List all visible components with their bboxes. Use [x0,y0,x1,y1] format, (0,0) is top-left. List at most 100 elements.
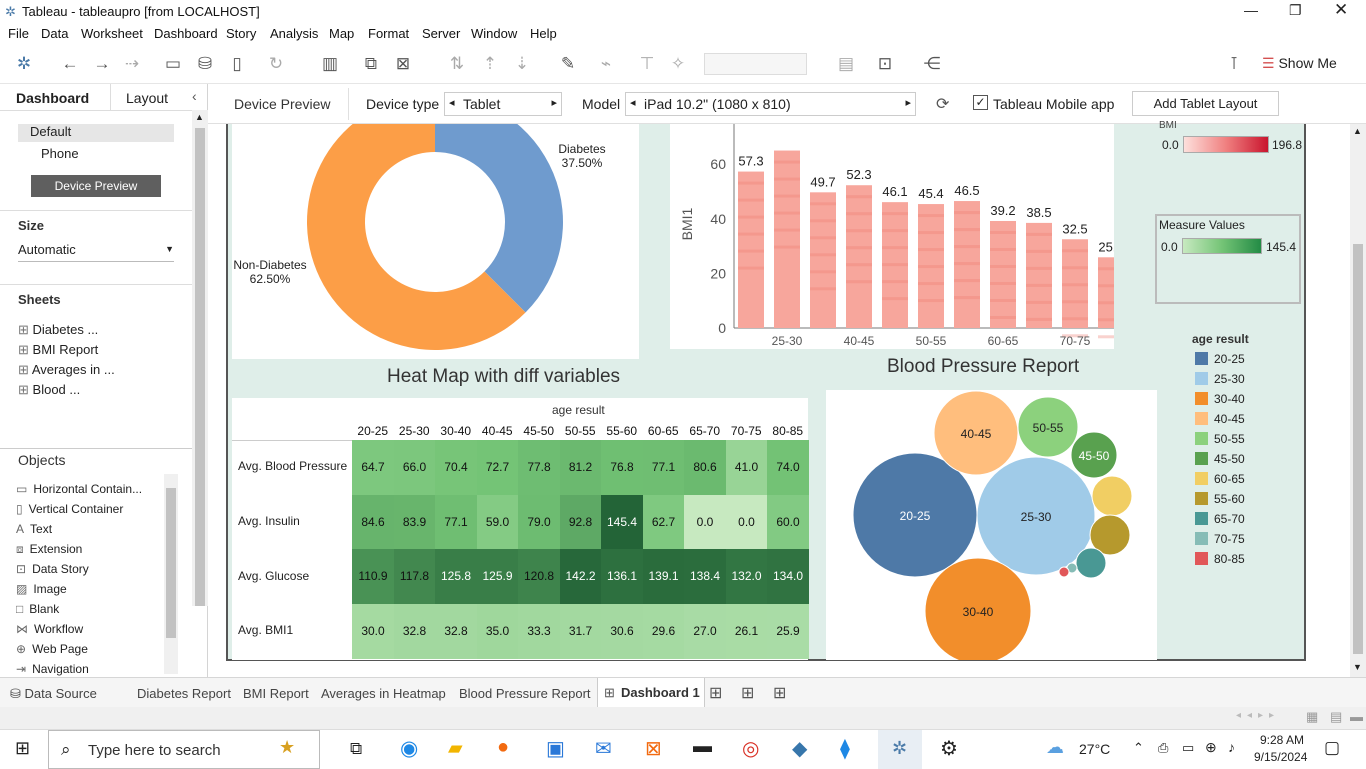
new-worksheet-icon[interactable]: ⊞ [709,683,722,703]
bmi-bar[interactable] [990,220,1016,328]
refresh-icon[interactable]: ↻ [266,54,286,74]
heatmap-cell[interactable]: 0.0 [725,494,768,550]
heatmap-cell[interactable]: 62.7 [642,494,685,550]
object-item[interactable]: ⊕ Web Page [16,642,88,656]
canvas-scrollbar[interactable]: ▲ ▼ [1350,124,1366,677]
heatmap-cell[interactable]: 77.8 [518,440,560,496]
vscode-icon[interactable]: ⧫ [840,736,850,761]
file-explorer-icon[interactable]: ▰ [448,737,463,760]
close-icon[interactable]: ✕ [1334,0,1348,20]
heatmap-cell[interactable]: 29.6 [642,604,685,660]
object-item[interactable]: ▨ Image [16,582,67,596]
heatmap-cell[interactable]: 41.0 [725,440,768,496]
menu-file[interactable]: File [8,26,29,41]
bubble[interactable] [1075,547,1107,579]
heatmap-cell[interactable]: 138.4 [684,549,726,605]
heatmap-cell[interactable]: 35.0 [476,604,519,660]
tabs-view-icon[interactable]: ▬ [1350,709,1363,724]
bubble[interactable] [1091,475,1133,517]
heatmap-cell[interactable]: 60.0 [767,494,809,550]
menu-worksheet[interactable]: Worksheet [81,26,143,41]
prev-icon[interactable]: ◂ [630,96,636,109]
bubble[interactable] [1058,566,1070,578]
bubble-chart[interactable]: 20-25 25-30 30-40 40-45 50-55 45-50 [826,390,1157,665]
heatmap-cell[interactable]: 0.0 [684,494,726,550]
volume-icon[interactable]: ♪ [1228,739,1235,755]
heatmap-cell[interactable]: 33.3 [518,604,560,660]
age-legend-item[interactable]: 60-65 [1195,472,1245,486]
heatmap-cell[interactable]: 27.0 [684,604,726,660]
heatmap-cell[interactable]: 77.1 [642,440,685,496]
bmi-bar[interactable] [1026,222,1052,328]
prev-icon[interactable]: ◂ [449,96,455,109]
bmi-bar[interactable] [810,192,836,328]
show-cards-icon[interactable]: ▤ [836,54,856,74]
heatmap-cell[interactable]: 74.0 [767,440,809,496]
new-worksheet-icon[interactable]: ▥ [320,54,340,74]
heatmap-cell[interactable]: 66.0 [393,440,436,496]
age-legend-item[interactable]: 20-25 [1195,352,1245,366]
size-dropdown[interactable]: Automatic ▼ [18,242,174,262]
menu-story[interactable]: Story [226,26,256,41]
bmi-bar-chart[interactable]: BMI1 60 40 20 0 57.3 49.7 52.3 46.1 45.4 46.5 39.2 3… [670,124,1124,356]
heatmap-cell[interactable]: 72.7 [476,440,519,496]
format-painter-icon[interactable]: ⊺ [1224,54,1244,74]
object-item[interactable]: A Text [16,522,52,536]
menu-dashboard[interactable]: Dashboard [154,26,218,41]
tab-bmi-report[interactable]: BMI Report [243,686,309,701]
python-icon[interactable]: ◆ [792,736,807,761]
device-default[interactable]: Default [18,124,174,142]
weather-icon[interactable]: ☁ [1046,737,1064,758]
swap-icon[interactable]: ⇅ [447,54,467,74]
edge-icon[interactable]: ◉ [400,736,418,761]
heatmap-cell[interactable]: 120.8 [518,549,560,605]
meet-icon[interactable]: ⎙ [1158,740,1168,756]
scroll-up-icon[interactable]: ▲ [1353,126,1362,136]
redo-icon[interactable]: → [92,54,112,74]
scroll-thumb[interactable] [1353,244,1363,654]
age-legend-item[interactable]: 70-75 [1195,532,1245,546]
heatmap-cell[interactable]: 31.7 [559,604,602,660]
menu-format[interactable]: Format [368,26,409,41]
menu-data[interactable]: Data [41,26,68,41]
pause-updates-icon[interactable]: ▯ [227,54,247,74]
filmstrip-view-icon[interactable]: ▤ [1330,709,1342,725]
object-item[interactable]: ⋈ Workflow [16,622,83,636]
age-legend-item[interactable]: 25-30 [1195,372,1245,386]
heatmap-cell[interactable]: 139.1 [642,549,685,605]
heatmap-cell[interactable]: 117.8 [393,549,436,605]
group-icon[interactable]: ⌁ [596,54,616,74]
store-icon[interactable]: ▣ [546,736,565,761]
windows-start-icon[interactable]: ⊞ [15,738,30,759]
new-dashboard-icon[interactable]: ⊞ [741,683,754,703]
menu-analysis[interactable]: Analysis [270,26,318,41]
age-legend-item[interactable]: 45-50 [1195,452,1245,466]
heatmap-cell[interactable]: 25.9 [767,604,809,660]
heatmap-cell[interactable]: 110.9 [352,549,394,605]
highlight-icon[interactable]: ✎ [558,54,578,74]
sheet-item[interactable]: ⊞ Blood ... [18,382,80,398]
object-item[interactable]: ⇥ Navigation [16,662,89,676]
heatmap-cell[interactable]: 125.9 [476,549,519,605]
heatmap-cell[interactable]: 125.8 [435,549,477,605]
heatmap-cell[interactable]: 83.9 [393,494,436,550]
model-select[interactable]: ◂ iPad 10.2" (1080 x 810) ▸ [625,92,916,116]
age-legend-item[interactable]: 80-85 [1195,552,1245,566]
rotate-icon[interactable]: ⟳ [936,94,949,114]
heatmap-cell[interactable]: 76.8 [601,440,643,496]
object-item[interactable]: ▭ Horizontal Contain... [16,482,142,496]
object-item[interactable]: ⊡ Data Story [16,562,89,576]
clock-date[interactable]: 9/15/2024 [1254,750,1307,764]
scroll-thumb[interactable] [166,488,176,638]
heatmap-cell[interactable]: 32.8 [393,604,436,660]
clock-time[interactable]: 9:28 AM [1256,733,1304,747]
presentation-icon[interactable]: ⊡ [875,54,895,74]
replay-icon[interactable]: ⇢ [122,54,142,74]
collapse-pane-icon[interactable]: ‹ [192,88,197,104]
sheet-item[interactable]: ⊞ BMI Report [18,342,98,358]
tab-nav-icon[interactable]: ◂◂▸▸ [1236,710,1280,721]
age-legend-item[interactable]: 40-45 [1195,412,1245,426]
age-legend-item[interactable]: 30-40 [1195,392,1245,406]
heatmap-cell[interactable]: 80.6 [684,440,726,496]
tab-blood-pressure-report[interactable]: Blood Pressure Report [459,686,591,701]
